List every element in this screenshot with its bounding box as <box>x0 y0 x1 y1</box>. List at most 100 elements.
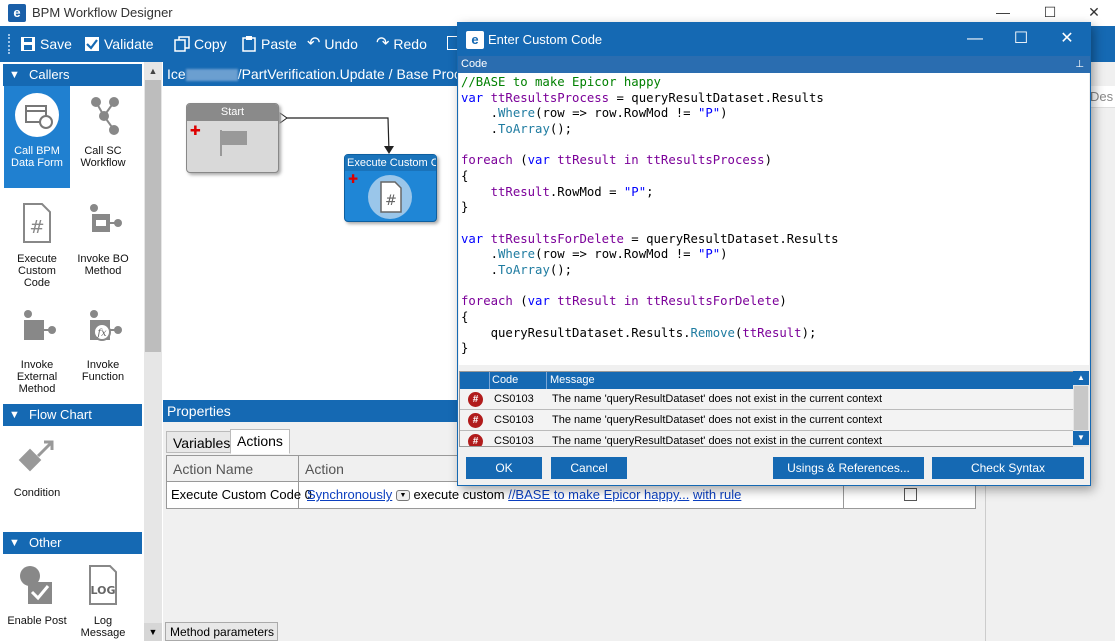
column-header-code: Code <box>492 374 519 386</box>
svg-text:#: # <box>385 193 397 209</box>
chevron-down-icon: ▼ <box>9 537 20 549</box>
svg-text:LOG: LOG <box>91 584 116 597</box>
scroll-up-icon[interactable]: ▲ <box>1073 371 1089 385</box>
paste-button[interactable]: Paste <box>241 34 297 54</box>
palette-item-label: Call BPM Data Form <box>11 145 63 169</box>
palette-item-label: Invoke Function <box>81 359 125 383</box>
save-label: Save <box>40 36 72 52</box>
redacted-block <box>185 69 238 82</box>
palette-scroll-thumb[interactable] <box>145 80 161 352</box>
redo-label: Redo <box>393 36 427 52</box>
code-file-icon: # <box>23 203 51 243</box>
dialog-close-button[interactable]: ✕ <box>1044 23 1090 56</box>
error-icon: # <box>468 413 483 428</box>
flag-icon <box>220 130 247 156</box>
svg-text:#: # <box>29 217 44 238</box>
save-button[interactable]: Save <box>20 34 72 54</box>
plus-icon[interactable]: ✚ <box>190 123 201 139</box>
check-syntax-button[interactable]: Check Syntax <box>932 457 1084 479</box>
dropdown-arrow-icon[interactable]: ▼ <box>395 490 410 502</box>
palette-item-label: Invoke BO Method <box>77 253 129 277</box>
pin-icon[interactable]: ⊥ <box>1075 56 1084 73</box>
checkbox-check-icon <box>85 37 99 51</box>
dialog-maximize-button[interactable]: ☐ <box>998 23 1044 56</box>
errors-scrollbar[interactable]: ▲ ▼ <box>1073 371 1089 447</box>
error-row[interactable]: # CS0103 The name 'queryResultDataset' d… <box>460 389 1088 410</box>
flow-chart-section-header[interactable]: ▼ Flow Chart <box>3 404 142 426</box>
error-row[interactable]: # CS0103 The name 'queryResultDataset' d… <box>460 431 1088 447</box>
callers-section-header[interactable]: ▼ Callers <box>3 64 142 86</box>
error-row[interactable]: # CS0103 The name 'queryResultDataset' d… <box>460 410 1088 431</box>
window-title: BPM Workflow Designer <box>32 5 173 20</box>
flow-chart-header-label: Flow Chart <box>29 407 92 422</box>
data-form-icon <box>15 93 59 137</box>
palette-item-invoke-function[interactable]: fx Invoke Function <box>70 306 136 383</box>
dialog-title: Enter Custom Code <box>488 32 603 47</box>
workflow-breadcrumb: Ice/PartVerification.Update / Base Proc <box>163 62 463 86</box>
validate-button[interactable]: Validate <box>84 34 154 54</box>
app-logo-icon: e <box>466 31 484 49</box>
palette-item-label: Call SC Workflow <box>80 145 126 169</box>
ok-button[interactable]: OK <box>466 457 542 479</box>
undo-icon: ↶ <box>307 35 321 52</box>
scroll-down-icon[interactable]: ▼ <box>144 623 162 641</box>
dialog-minimize-button[interactable]: — <box>952 23 998 56</box>
paste-icon <box>242 36 256 52</box>
action-name-cell[interactable]: Execute Custom Code 0 <box>167 482 312 508</box>
plus-icon[interactable]: ✚ <box>348 172 358 186</box>
palette-item-call-bpm-data-form[interactable]: Call BPM Data Form <box>4 86 70 188</box>
start-node[interactable]: Start ✚ <box>186 103 279 173</box>
bo-method-icon <box>90 204 122 232</box>
palette-item-enable-post[interactable]: Enable Post <box>4 562 70 627</box>
error-code: CS0103 <box>494 435 534 447</box>
palette-item-call-sc-workflow[interactable]: Call SC Workflow <box>70 92 136 169</box>
error-code: CS0103 <box>494 414 534 426</box>
action-middle-text: execute custom <box>413 487 505 502</box>
palette-item-condition[interactable]: Condition <box>4 434 70 499</box>
tab-variables[interactable]: Variables <box>166 431 238 453</box>
enabled-checkbox[interactable] <box>904 488 917 501</box>
external-method-icon <box>24 310 56 340</box>
breadcrumb-path: /PartVerification.Update / Base Proc <box>237 66 462 82</box>
paste-label: Paste <box>261 36 297 52</box>
column-header-message: Message <box>550 374 595 386</box>
code-file-icon: # <box>368 175 412 219</box>
error-icon: # <box>468 392 483 407</box>
rule-link[interactable]: with rule <box>693 487 741 502</box>
copy-button[interactable]: Copy <box>174 34 227 54</box>
scroll-up-icon[interactable]: ▲ <box>144 63 162 79</box>
column-header-action-name: Action Name <box>167 456 299 482</box>
sync-mode-link[interactable]: Synchronously <box>307 487 392 502</box>
undo-button[interactable]: ↶ Undo <box>307 34 358 54</box>
code-panel-label: Code ⊥ <box>458 56 1090 73</box>
toolbar-grip <box>8 34 11 54</box>
palette-item-invoke-bo-method[interactable]: Invoke BO Method <box>70 200 136 277</box>
usings-references-button[interactable]: Usings & References... <box>773 457 924 479</box>
save-icon <box>21 37 35 51</box>
other-section-header[interactable]: ▼ Other <box>3 532 142 554</box>
app-logo-icon: e <box>8 4 26 22</box>
palette-item-label: Enable Post <box>7 615 67 627</box>
redo-icon: ↷ <box>376 35 390 52</box>
copy-icon <box>174 36 190 52</box>
code-editor[interactable]: //BASE to make Epicor happy var ttResult… <box>459 73 1089 365</box>
cancel-button[interactable]: Cancel <box>551 457 627 479</box>
scroll-down-icon[interactable]: ▼ <box>1073 431 1089 445</box>
palette-item-execute-custom-code[interactable]: # Execute Custom Code <box>4 200 70 289</box>
errors-table-header: Code Message <box>460 372 1088 389</box>
errors-scroll-thumb[interactable] <box>1074 386 1088 430</box>
code-label-text: Code <box>461 58 488 70</box>
icon-column-header <box>460 372 490 389</box>
tab-method-parameters[interactable]: Method parameters <box>165 622 278 641</box>
enable-post-icon <box>20 566 52 604</box>
custom-code-dialog: e Enter Custom Code — ☐ ✕ Code ⊥ //BASE … <box>457 22 1091 486</box>
error-code: CS0103 <box>494 393 534 405</box>
palette-item-label: Log Message <box>80 615 126 639</box>
column-divider <box>546 372 547 389</box>
code-link[interactable]: //BASE to make Epicor happy... <box>508 487 689 502</box>
palette-item-invoke-external-method[interactable]: Invoke External Method <box>4 306 70 395</box>
execute-custom-code-node[interactable]: Execute Custom Co ✚ # <box>344 154 437 222</box>
tab-actions[interactable]: Actions <box>230 429 290 454</box>
redo-button[interactable]: ↷ Redo <box>376 34 427 54</box>
palette-item-log-message[interactable]: LOG Log Message <box>70 562 136 639</box>
